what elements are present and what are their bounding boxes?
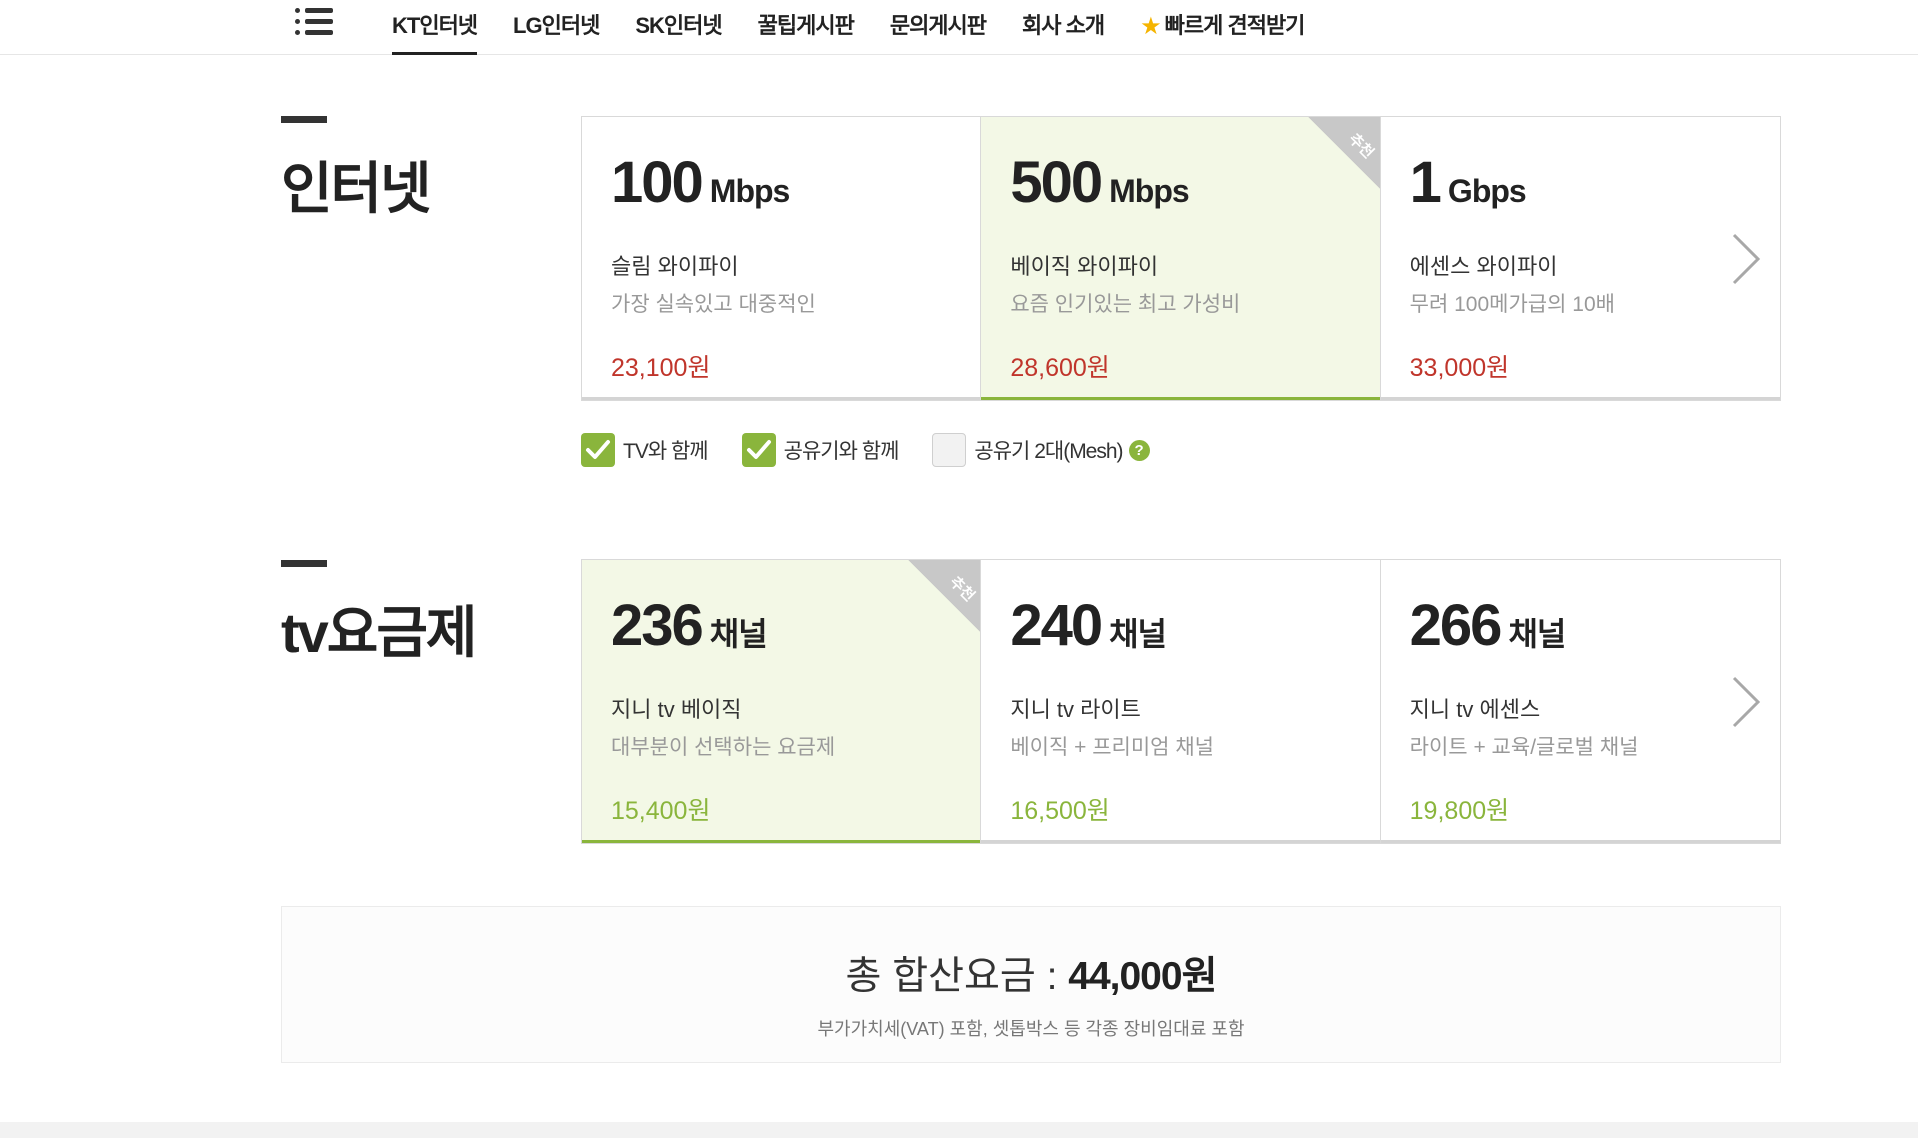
tv-plan-list: 추천 236 채널 지니 tv 베이직 대부분이 선택하는 요금제 15,400원…: [581, 559, 1781, 844]
nav-item-company-intro[interactable]: 회사 소개: [1022, 0, 1105, 55]
checkbox-unchecked[interactable]: [932, 433, 967, 467]
total-note: 부가가치세(VAT) 포함, 셋톱박스 등 각종 장비임대료 포함: [817, 1019, 1245, 1039]
plan-description: 대부분이 선택하는 요금제: [611, 736, 836, 759]
plan-description: 무려 100메가급의 10배: [1409, 293, 1615, 316]
footer-divider: [0, 1122, 1918, 1138]
plan-price: 19,800원: [1409, 797, 1510, 825]
plan-price: 15,400원: [611, 797, 711, 825]
nav-menu: KT인터넷 LG인터넷 SK인터넷 꿀팁게시판 문의게시판 회사 소개 ★ 빠르게…: [392, 0, 1340, 55]
option-label: 공유기와 함께: [783, 440, 900, 463]
tv-plan-card[interactable]: 240 채널 지니 tv 라이트 베이직 + 프리미엄 채널 16,500원: [981, 560, 1381, 843]
plan-name: 슬림 와이파이: [611, 254, 739, 279]
internet-plan-list: 100 Mbps 슬림 와이파이 가장 실속있고 대중적인 23,100원 추천 …: [581, 116, 1781, 401]
section-marker: [281, 560, 327, 567]
nav-item-quick-quote[interactable]: ★ 빠르게 견적받기: [1140, 0, 1306, 55]
option-label: 공유기 2대(Mesh): [974, 440, 1123, 463]
help-icon[interactable]: ?: [1128, 439, 1150, 461]
total-label: 총 합산요금 :: [845, 955, 1069, 998]
plan-price: 23,100원: [611, 354, 711, 382]
top-navigation: KT인터넷 LG인터넷 SK인터넷 꿀팁게시판 문의게시판 회사 소개 ★ 빠르게…: [0, 0, 1918, 55]
chevron-right-icon[interactable]: [1724, 229, 1764, 289]
nav-item-tips-board[interactable]: 꿀팁게시판: [758, 0, 855, 55]
plan-channels: 266 채널: [1409, 593, 1567, 658]
plan-description: 베이직 + 프리미엄 채널: [1010, 736, 1214, 759]
tv-plan-card[interactable]: 266 채널 지니 tv 에센스 라이트 + 교육/글로벌 채널 19,800원: [1380, 560, 1780, 843]
internet-plan-card[interactable]: 100 Mbps 슬림 와이파이 가장 실속있고 대중적인 23,100원: [582, 117, 982, 400]
nav-item-kt-internet[interactable]: KT인터넷: [392, 0, 478, 55]
total-price-line: 총 합산요금 : 44,000원: [282, 945, 1780, 1001]
plan-price: 33,000원: [1409, 354, 1510, 382]
plan-price: 16,500원: [1010, 797, 1110, 825]
check-icon: [586, 440, 610, 459]
plan-channels: 240 채널: [1010, 593, 1167, 658]
recommended-badge: 추천: [908, 560, 981, 632]
internet-section-title: 인터넷: [281, 157, 432, 220]
section-marker: [281, 116, 327, 123]
tv-plan-card-selected[interactable]: 추천 236 채널 지니 tv 베이직 대부분이 선택하는 요금제 15,400원: [582, 560, 982, 843]
total-summary: 총 합산요금 : 44,000원 부가가치세(VAT) 포함, 셋톱박스 등 각…: [281, 906, 1781, 1063]
option-with-router[interactable]: 공유기와 함께: [741, 433, 900, 467]
recommended-badge: 추천: [1307, 117, 1380, 189]
plan-speed: 1 Gbps: [1409, 150, 1527, 215]
option-mesh-router[interactable]: 공유기 2대(Mesh) ?: [932, 433, 1150, 467]
quick-quote-label: 빠르게 견적받기: [1164, 13, 1306, 38]
star-icon: ★: [1140, 13, 1161, 40]
nav-item-sk-internet[interactable]: SK인터넷: [635, 0, 722, 55]
nav-item-inquiry-board[interactable]: 문의게시판: [890, 0, 987, 55]
add-on-options: TV와 함께 공유기와 함께 공유기 2대(Mesh) ?: [581, 433, 1184, 467]
plan-description: 라이트 + 교육/글로벌 채널: [1409, 736, 1639, 759]
menu-icon[interactable]: [295, 5, 333, 39]
plan-name: 베이직 와이파이: [1010, 254, 1159, 279]
internet-plan-card[interactable]: 1 Gbps 에센스 와이파이 무려 100메가급의 10배 33,000원: [1380, 117, 1780, 400]
plan-price: 28,600원: [1010, 354, 1110, 382]
internet-plan-card-selected[interactable]: 추천 500 Mbps 베이직 와이파이 요즘 인기있는 최고 가성비 28,60…: [981, 117, 1381, 400]
plan-description: 가장 실속있고 대중적인: [611, 293, 816, 316]
checkbox-checked[interactable]: [581, 433, 615, 467]
plan-name: 지니 tv 라이트: [1010, 697, 1141, 722]
checkbox-checked[interactable]: [741, 433, 776, 467]
option-with-tv[interactable]: TV와 함께: [581, 433, 709, 467]
nav-item-lg-internet[interactable]: LG인터넷: [513, 0, 600, 55]
check-icon: [746, 440, 771, 459]
total-amount: 44,000원: [1068, 955, 1217, 998]
tv-section-title: tv요금제: [281, 601, 477, 664]
plan-speed: 100 Mbps: [611, 150, 790, 215]
chevron-right-icon[interactable]: [1724, 672, 1764, 732]
plan-description: 요즘 인기있는 최고 가성비: [1010, 293, 1241, 316]
plan-name: 지니 tv 베이직: [611, 697, 742, 722]
option-label: TV와 함께: [623, 440, 709, 463]
